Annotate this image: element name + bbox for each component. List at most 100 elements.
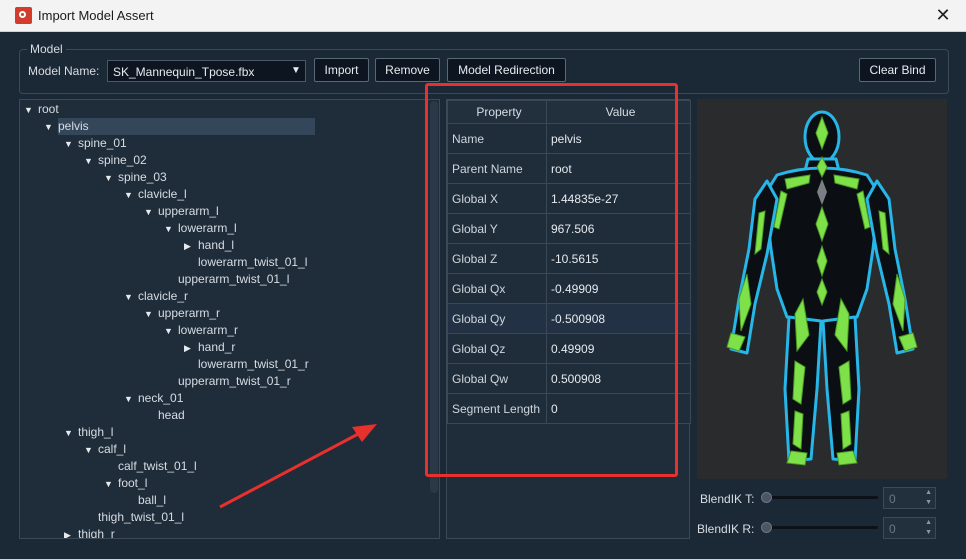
spin-up-icon[interactable]: ▲ — [925, 519, 932, 526]
property-row: Global Qz 0.49909 — [447, 333, 691, 364]
tree-item-upperarm-twist-01-r[interactable]: upperarm_twist_01_r — [164, 373, 291, 390]
property-value[interactable]: 967.506 — [546, 213, 691, 244]
tree-item-spine-01[interactable]: ▼ spine_01 — [64, 135, 127, 152]
property-value[interactable]: 0.49909 — [546, 333, 691, 364]
property-value[interactable]: root — [546, 153, 691, 184]
tree-item-lowerarm-twist-01-r[interactable]: lowerarm_twist_01_r — [184, 356, 309, 373]
tree-item-hand-l[interactable]: ▶ hand_l — [184, 237, 234, 254]
tree-item-thigh-r[interactable]: ▶ thigh_r — [64, 526, 115, 539]
blendik-t-label: BlendIK T: — [700, 492, 755, 506]
expand-arrow-icon[interactable]: ▼ — [104, 476, 118, 493]
collapse-arrow-icon[interactable]: ▶ — [184, 340, 198, 357]
blendik-t-handle[interactable] — [761, 492, 772, 503]
property-column-header: Property — [447, 100, 547, 124]
tree-item-upperarm-l[interactable]: ▼ upperarm_l — [144, 203, 219, 220]
tree-item-ball-l[interactable]: ball_l — [124, 492, 166, 509]
property-value[interactable]: 0 — [546, 393, 691, 424]
expand-arrow-icon[interactable]: ▼ — [144, 204, 158, 221]
tree-item-label: spine_03 — [118, 170, 167, 184]
model-preview[interactable] — [697, 99, 947, 479]
skeleton-tree[interactable]: ▼ root ▼ pelvis ▼ spine_01 ▼ spine_02 ▼ spine_03 ▼… — [19, 99, 440, 539]
tree-item-thigh-l[interactable]: ▼ thigh_l — [64, 424, 113, 441]
tree-item-label: pelvis — [58, 118, 315, 135]
expand-arrow-icon[interactable]: ▼ — [64, 136, 78, 153]
property-row: Segment Length 0 — [447, 393, 691, 424]
expand-arrow-icon[interactable]: ▼ — [124, 187, 138, 204]
spin-up-icon[interactable]: ▲ — [925, 489, 932, 496]
tree-item-clavicle-l[interactable]: ▼ clavicle_l — [124, 186, 187, 203]
tree-item-hand-r[interactable]: ▶ hand_r — [184, 339, 235, 356]
tree-item-label: neck_01 — [138, 391, 184, 405]
blendik-r-label: BlendIK R: — [697, 522, 755, 536]
property-key: Global X — [447, 183, 547, 214]
tree-item-label: hand_l — [198, 238, 235, 252]
blendik-r-track[interactable] — [766, 526, 878, 529]
tree-item-lowerarm-l[interactable]: ▼ lowerarm_l — [164, 220, 237, 237]
collapse-arrow-icon[interactable]: ▶ — [64, 527, 78, 538]
tree-scrollbar[interactable] — [430, 101, 438, 493]
property-key: Global Z — [447, 243, 547, 274]
expand-arrow-icon[interactable]: ▼ — [144, 306, 158, 323]
expand-arrow-icon[interactable]: ▼ — [124, 289, 138, 306]
blendik-t-track[interactable] — [766, 496, 878, 499]
property-value[interactable]: pelvis — [546, 123, 691, 154]
tree-item-clavicle-r[interactable]: ▼ clavicle_r — [124, 288, 188, 305]
tree-item-upperarm-twist-01-l[interactable]: upperarm_twist_01_l — [164, 271, 289, 288]
tree-item-root[interactable]: ▼ root — [24, 101, 59, 118]
spin-down-icon[interactable]: ▼ — [925, 499, 932, 506]
expand-arrow-icon[interactable]: ▼ — [64, 425, 78, 442]
property-row: Global Qx -0.49909 — [447, 273, 691, 304]
tree-item-pelvis[interactable]: ▼ pelvis — [44, 118, 315, 135]
property-key: Global Qz — [447, 333, 547, 364]
expand-arrow-icon[interactable]: ▼ — [104, 170, 118, 187]
tree-item-upperarm-r[interactable]: ▼ upperarm_r — [144, 305, 220, 322]
blendik-t-spinbox[interactable]: 0 ▲ ▼ — [883, 487, 936, 509]
tree-item-label: thigh_r — [78, 527, 115, 539]
clear-bind-button[interactable]: Clear Bind — [859, 58, 936, 82]
tree-item-lowerarm-r[interactable]: ▼ lowerarm_r — [164, 322, 238, 339]
tree-item-calf-l[interactable]: ▼ calf_l — [84, 441, 126, 458]
blendik-r-spinbox[interactable]: 0 ▲ ▼ — [883, 517, 936, 539]
import-button[interactable]: Import — [314, 58, 369, 82]
expand-arrow-icon[interactable]: ▼ — [84, 153, 98, 170]
expand-arrow-icon[interactable]: ▼ — [124, 391, 138, 408]
property-key: Name — [447, 123, 547, 154]
tree-item-spine-03[interactable]: ▼ spine_03 — [104, 169, 167, 186]
property-key: Global Qx — [447, 273, 547, 304]
tree-item-label: upperarm_r — [158, 306, 221, 320]
collapse-arrow-icon[interactable]: ▶ — [184, 238, 198, 255]
property-row: Global X 1.44835e-27 — [447, 183, 691, 214]
expand-arrow-icon[interactable]: ▼ — [44, 119, 58, 136]
tree-item-label: spine_01 — [78, 136, 127, 150]
tree-item-label: root — [38, 102, 59, 116]
property-key: Parent Name — [447, 153, 547, 184]
expand-arrow-icon[interactable]: ▼ — [24, 102, 38, 119]
expand-arrow-icon[interactable]: ▼ — [164, 221, 178, 238]
expand-arrow-icon[interactable]: ▼ — [84, 442, 98, 459]
property-row: Global Z -10.5615 — [447, 243, 691, 274]
spin-down-icon[interactable]: ▼ — [925, 529, 932, 536]
tree-item-calf-twist-01-l[interactable]: calf_twist_01_l — [104, 458, 197, 475]
tree-item-lowerarm-twist-01-l[interactable]: lowerarm_twist_01_l — [184, 254, 307, 271]
model-select[interactable]: SK_Mannequin_Tpose.fbx ▼ — [107, 60, 306, 82]
model-redirection-button[interactable]: Model Redirection — [447, 58, 566, 82]
remove-button[interactable]: Remove — [375, 58, 440, 82]
tree-item-neck-01[interactable]: ▼ neck_01 — [124, 390, 183, 407]
blendik-r-handle[interactable] — [761, 522, 772, 533]
tree-item-spine-02[interactable]: ▼ spine_02 — [84, 152, 147, 169]
tree-item-head[interactable]: head — [144, 407, 185, 424]
tree-item-label: lowerarm_r — [178, 323, 239, 337]
property-value[interactable]: -10.5615 — [546, 243, 691, 274]
property-key: Global Qw — [447, 363, 547, 394]
tree-item-foot-l[interactable]: ▼ foot_l — [104, 475, 147, 492]
window-title: Import Model Assert — [38, 8, 154, 23]
property-value[interactable]: 0.500908 — [546, 363, 691, 394]
property-value[interactable]: 1.44835e-27 — [546, 183, 691, 214]
property-value[interactable]: -0.500908 — [546, 303, 691, 334]
expand-arrow-icon[interactable]: ▼ — [164, 323, 178, 340]
close-button[interactable]: ✕ — [930, 3, 956, 27]
property-value[interactable]: -0.49909 — [546, 273, 691, 304]
tree-item-label: spine_02 — [98, 153, 147, 167]
mannequin-figure — [726, 110, 918, 466]
tree-item-thigh-twist-01-l[interactable]: thigh_twist_01_l — [84, 509, 184, 526]
